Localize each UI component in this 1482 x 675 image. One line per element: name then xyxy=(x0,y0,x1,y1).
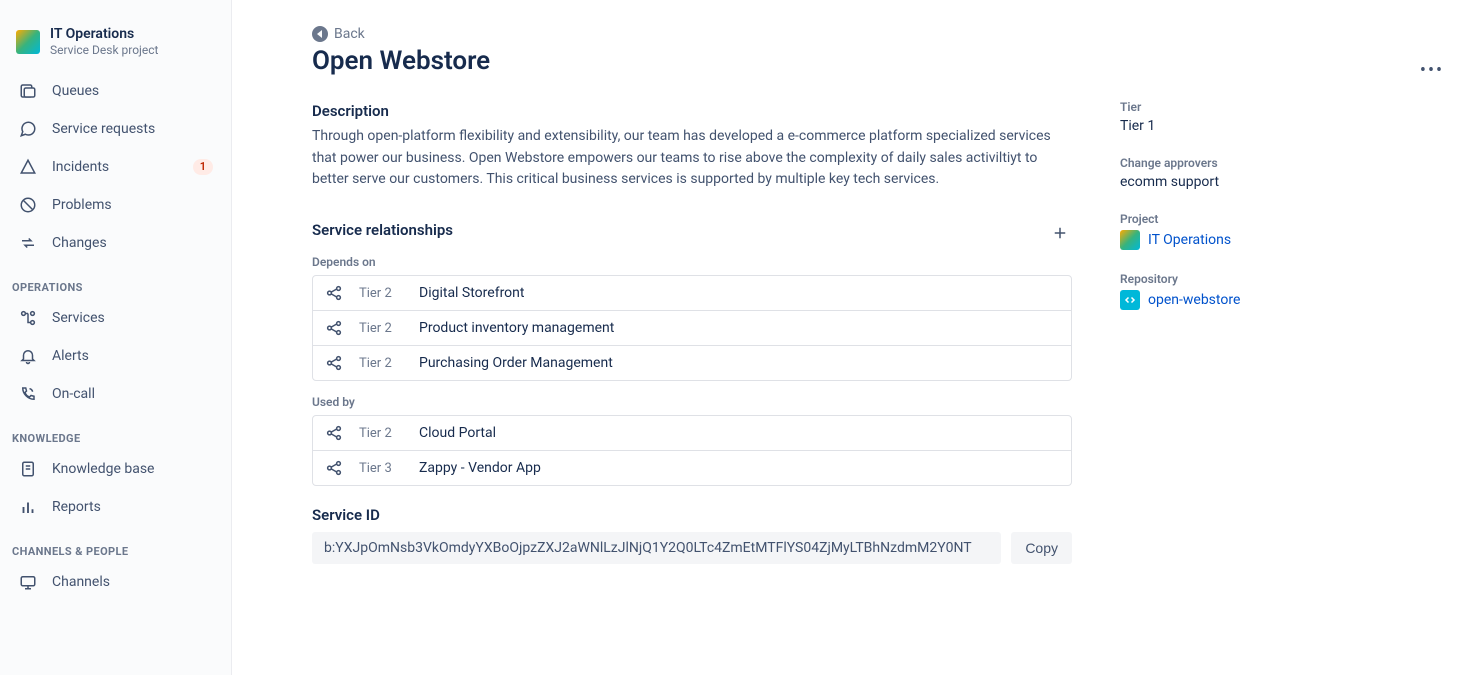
details-panel: Tier Tier 1 Change approvers ecomm suppo… xyxy=(1120,26,1410,645)
changes-icon xyxy=(18,233,38,253)
back-button[interactable]: Back xyxy=(312,26,1072,42)
sidebar-item-changes[interactable]: Changes xyxy=(8,225,223,261)
relationship-tier: Tier 2 xyxy=(359,321,403,336)
relationship-icon xyxy=(325,319,343,337)
relationship-tier: Tier 2 xyxy=(359,286,403,301)
tier-value: Tier 1 xyxy=(1120,118,1410,134)
approvers-value: ecomm support xyxy=(1120,174,1410,190)
group-channels-heading: CHANNELS & PEOPLE xyxy=(8,527,223,562)
relationship-item[interactable]: Tier 2 Product inventory management xyxy=(313,311,1071,346)
add-relationship-button[interactable] xyxy=(1048,221,1072,245)
relationship-icon xyxy=(325,424,343,442)
sidebar-item-alerts[interactable]: Alerts xyxy=(8,338,223,374)
on-call-icon xyxy=(18,384,38,404)
description-text: Through open-platform flexibility and ex… xyxy=(312,126,1072,191)
channels-icon xyxy=(18,572,38,592)
service-id-value[interactable]: b:YXJpOmNsb3VkOmdyYXBoOjpzZXJ2aWNlLzJlNj… xyxy=(312,532,1001,564)
repository-label: Repository xyxy=(1120,272,1410,286)
relationship-name: Product inventory management xyxy=(419,320,614,336)
sidebar-item-label: Service requests xyxy=(52,121,213,137)
sidebar-item-queues[interactable]: Queues xyxy=(8,73,223,109)
relationship-item[interactable]: Tier 3 Zappy - Vendor App xyxy=(313,451,1071,485)
sidebar-item-label: Problems xyxy=(52,197,213,213)
services-icon xyxy=(18,308,38,328)
sidebar-item-label: Incidents xyxy=(52,159,179,175)
repository-link[interactable]: open-webstore xyxy=(1120,290,1410,310)
relationship-name: Cloud Portal xyxy=(419,425,496,441)
relationships-heading: Service relationships xyxy=(312,221,453,239)
problems-icon xyxy=(18,195,38,215)
project-link-text: IT Operations xyxy=(1148,232,1231,248)
sidebar-item-label: Queues xyxy=(52,83,213,99)
relationship-icon xyxy=(325,284,343,302)
sidebar-item-incidents[interactable]: Incidents 1 xyxy=(8,149,223,185)
sidebar-item-service-requests[interactable]: Service requests xyxy=(8,111,223,147)
depends-on-list: Tier 2 Digital Storefront Tier 2 Product… xyxy=(312,275,1072,381)
sidebar-item-label: Reports xyxy=(52,499,213,515)
sidebar-item-problems[interactable]: Problems xyxy=(8,187,223,223)
used-by-label: Used by xyxy=(312,395,1072,409)
group-knowledge-heading: KNOWLEDGE xyxy=(8,414,223,449)
sidebar-item-channels[interactable]: Channels xyxy=(8,564,223,600)
project-icon xyxy=(1120,230,1140,250)
project-type: Service Desk project xyxy=(50,43,158,57)
group-operations-heading: OPERATIONS xyxy=(8,263,223,298)
main-content: Back Open Webstore Description Through o… xyxy=(232,0,1482,675)
relationship-icon xyxy=(325,354,343,372)
sidebar-item-on-call[interactable]: On-call xyxy=(8,376,223,412)
sidebar-item-label: On-call xyxy=(52,386,213,402)
back-label: Back xyxy=(334,26,365,42)
depends-on-label: Depends on xyxy=(312,255,1072,269)
sidebar-item-label: Changes xyxy=(52,235,213,251)
tier-label: Tier xyxy=(1120,100,1410,114)
relationship-icon xyxy=(325,459,343,477)
alerts-icon xyxy=(18,346,38,366)
page-title: Open Webstore xyxy=(312,46,1072,76)
repository-link-text: open-webstore xyxy=(1148,292,1240,308)
project-avatar-icon xyxy=(16,30,40,54)
relationship-name: Zappy - Vendor App xyxy=(419,460,541,476)
project-name: IT Operations xyxy=(50,26,158,43)
description-heading: Description xyxy=(312,102,1072,120)
service-id-heading: Service ID xyxy=(312,506,1072,524)
relationship-tier: Tier 3 xyxy=(359,461,403,476)
sidebar-item-label: Channels xyxy=(52,574,213,590)
code-icon xyxy=(1120,290,1140,310)
queues-icon xyxy=(18,81,38,101)
service-requests-icon xyxy=(18,119,38,139)
sidebar-item-label: Services xyxy=(52,310,213,326)
sidebar-item-services[interactable]: Services xyxy=(8,300,223,336)
sidebar-item-knowledge-base[interactable]: Knowledge base xyxy=(8,451,223,487)
relationship-item[interactable]: Tier 2 Digital Storefront xyxy=(313,276,1071,311)
sidebar-item-label: Knowledge base xyxy=(52,461,213,477)
back-arrow-icon xyxy=(312,26,328,42)
incidents-icon xyxy=(18,157,38,177)
incidents-badge: 1 xyxy=(193,159,213,175)
relationship-item[interactable]: Tier 2 Cloud Portal xyxy=(313,416,1071,451)
reports-icon xyxy=(18,497,38,517)
more-actions-button[interactable]: ••• xyxy=(1418,56,1446,84)
approvers-label: Change approvers xyxy=(1120,156,1410,170)
relationship-item[interactable]: Tier 2 Purchasing Order Management xyxy=(313,346,1071,380)
sidebar: IT Operations Service Desk project Queue… xyxy=(0,0,232,675)
sidebar-item-label: Alerts xyxy=(52,348,213,364)
sidebar-item-reports[interactable]: Reports xyxy=(8,489,223,525)
used-by-list: Tier 2 Cloud Portal Tier 3 Zappy - Vendo… xyxy=(312,415,1072,486)
project-label: Project xyxy=(1120,212,1410,226)
relationship-name: Digital Storefront xyxy=(419,285,524,301)
relationship-tier: Tier 2 xyxy=(359,426,403,441)
copy-button[interactable]: Copy xyxy=(1011,532,1072,564)
relationship-name: Purchasing Order Management xyxy=(419,355,613,371)
project-header[interactable]: IT Operations Service Desk project xyxy=(8,20,223,71)
relationship-tier: Tier 2 xyxy=(359,356,403,371)
project-link[interactable]: IT Operations xyxy=(1120,230,1410,250)
knowledge-base-icon xyxy=(18,459,38,479)
